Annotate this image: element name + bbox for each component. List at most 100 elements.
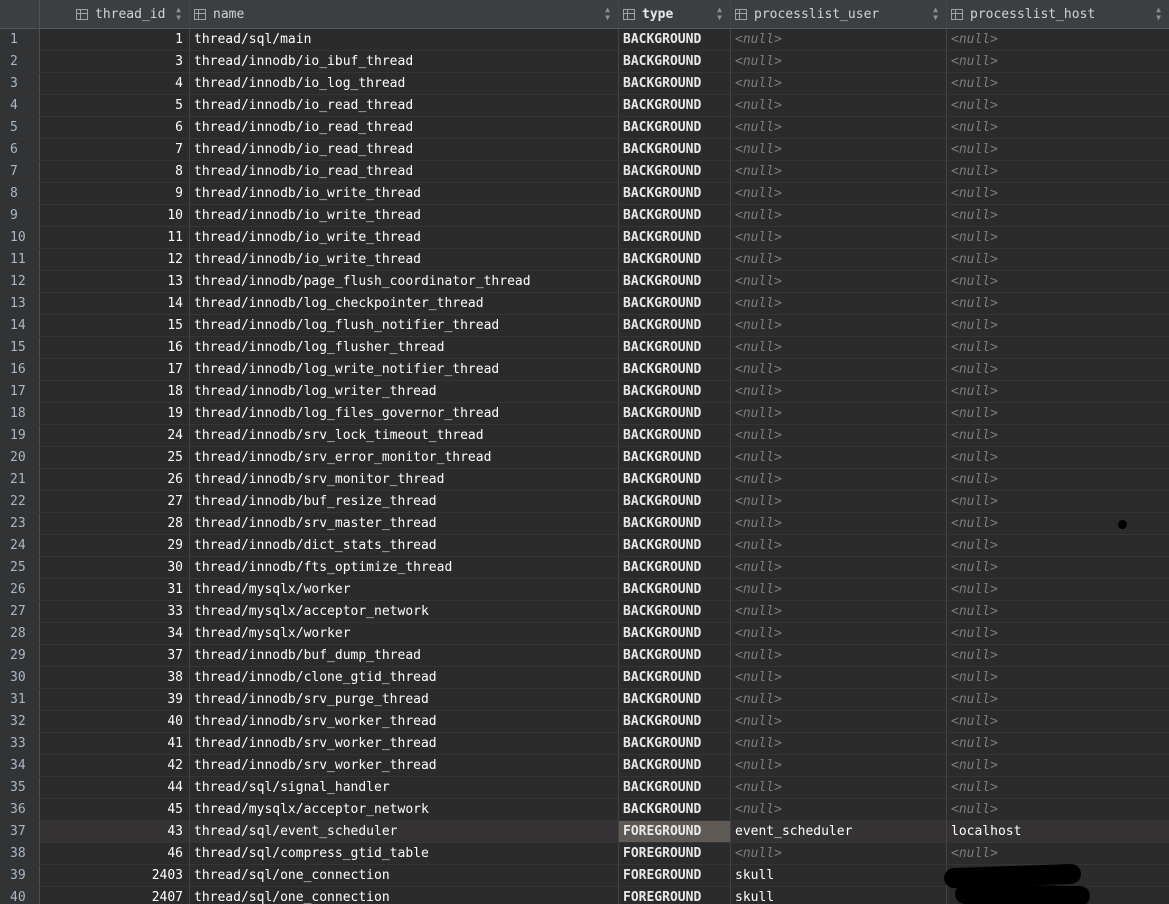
processlist-user-cell[interactable]: <null>	[731, 425, 947, 446]
processlist-user-cell[interactable]: <null>	[731, 777, 947, 798]
processlist-host-cell[interactable]: <null>	[947, 29, 1169, 50]
processlist-user-cell[interactable]: <null>	[731, 447, 947, 468]
type-cell[interactable]: BACKGROUND	[619, 491, 731, 512]
row-number[interactable]: 15	[0, 337, 40, 358]
row-number[interactable]: 18	[0, 403, 40, 424]
thread-id-cell[interactable]: 27	[40, 491, 190, 512]
processlist-host-cell[interactable]: <null>	[947, 557, 1169, 578]
name-cell[interactable]: thread/sql/event_scheduler	[190, 821, 619, 842]
thread-id-column-header[interactable]: thread_id ▲ ▼	[40, 0, 190, 28]
table-row[interactable]: 25 30 thread/innodb/fts_optimize_thread BAC…	[0, 557, 1169, 579]
sort-icon[interactable]: ▲ ▼	[717, 6, 722, 22]
processlist-user-cell[interactable]: <null>	[731, 799, 947, 820]
type-cell[interactable]: BACKGROUND	[619, 579, 731, 600]
thread-id-cell[interactable]: 13	[40, 271, 190, 292]
type-cell[interactable]: BACKGROUND	[619, 667, 731, 688]
row-number[interactable]: 31	[0, 689, 40, 710]
type-cell[interactable]: BACKGROUND	[619, 337, 731, 358]
processlist-user-cell[interactable]: <null>	[731, 161, 947, 182]
processlist-host-cell[interactable]: <null>	[947, 227, 1169, 248]
type-cell[interactable]: FOREGROUND	[619, 887, 731, 904]
processlist-host-cell[interactable]: <null>	[947, 711, 1169, 732]
row-number[interactable]: 26	[0, 579, 40, 600]
thread-id-cell[interactable]: 24	[40, 425, 190, 446]
name-cell[interactable]: thread/sql/compress_gtid_table	[190, 843, 619, 864]
row-number[interactable]: 6	[0, 139, 40, 160]
type-cell[interactable]: FOREGROUND	[619, 821, 731, 842]
thread-id-cell[interactable]: 39	[40, 689, 190, 710]
processlist-host-cell[interactable]: <null>	[947, 139, 1169, 160]
row-number[interactable]: 11	[0, 249, 40, 270]
type-cell[interactable]: BACKGROUND	[619, 315, 731, 336]
name-cell[interactable]: thread/innodb/srv_master_thread	[190, 513, 619, 534]
type-cell[interactable]: BACKGROUND	[619, 755, 731, 776]
processlist-user-cell[interactable]: <null>	[731, 579, 947, 600]
processlist-user-cell[interactable]: <null>	[731, 73, 947, 94]
thread-id-cell[interactable]: 34	[40, 623, 190, 644]
type-cell[interactable]: BACKGROUND	[619, 293, 731, 314]
sort-icon[interactable]: ▲ ▼	[1156, 6, 1161, 22]
processlist-host-cell[interactable]: <null>	[947, 425, 1169, 446]
table-row[interactable]: 31 39 thread/innodb/srv_purge_thread BACKGR…	[0, 689, 1169, 711]
row-number[interactable]: 14	[0, 315, 40, 336]
row-number[interactable]: 35	[0, 777, 40, 798]
name-cell[interactable]: thread/innodb/srv_worker_thread	[190, 711, 619, 732]
type-cell[interactable]: FOREGROUND	[619, 865, 731, 886]
processlist-user-column-header[interactable]: processlist_user ▲ ▼	[731, 0, 947, 28]
type-cell[interactable]: BACKGROUND	[619, 601, 731, 622]
table-row[interactable]: 3 4 thread/innodb/io_log_thread BACKGROUND <…	[0, 73, 1169, 95]
row-number[interactable]: 22	[0, 491, 40, 512]
name-cell[interactable]: thread/innodb/io_read_thread	[190, 139, 619, 160]
type-cell[interactable]: BACKGROUND	[619, 799, 731, 820]
sort-icon[interactable]: ▲ ▼	[933, 6, 938, 22]
row-number[interactable]: 13	[0, 293, 40, 314]
thread-id-cell[interactable]: 17	[40, 359, 190, 380]
processlist-user-cell[interactable]: <null>	[731, 381, 947, 402]
table-row[interactable]: 9 10 thread/innodb/io_write_thread BACKGROU…	[0, 205, 1169, 227]
name-cell[interactable]: thread/innodb/log_write_notifier_thread	[190, 359, 619, 380]
processlist-host-cell[interactable]: <null>	[947, 491, 1169, 512]
thread-id-cell[interactable]: 16	[40, 337, 190, 358]
name-cell[interactable]: thread/innodb/clone_gtid_thread	[190, 667, 619, 688]
name-cell[interactable]: thread/innodb/io_write_thread	[190, 183, 619, 204]
processlist-user-cell[interactable]: <null>	[731, 491, 947, 512]
name-cell[interactable]: thread/sql/signal_handler	[190, 777, 619, 798]
thread-id-cell[interactable]: 14	[40, 293, 190, 314]
thread-id-cell[interactable]: 25	[40, 447, 190, 468]
processlist-host-cell[interactable]: <null>	[947, 645, 1169, 666]
type-cell[interactable]: BACKGROUND	[619, 513, 731, 534]
type-cell[interactable]: BACKGROUND	[619, 249, 731, 270]
thread-id-cell[interactable]: 2407	[40, 887, 190, 904]
processlist-host-cell[interactable]: <null>	[947, 601, 1169, 622]
thread-id-cell[interactable]: 6	[40, 117, 190, 138]
table-row[interactable]: 26 31 thread/mysqlx/worker BACKGROUND <null>…	[0, 579, 1169, 601]
table-row[interactable]: 32 40 thread/innodb/srv_worker_thread BACKG…	[0, 711, 1169, 733]
row-number[interactable]: 29	[0, 645, 40, 666]
thread-id-cell[interactable]: 37	[40, 645, 190, 666]
table-row[interactable]: 17 18 thread/innodb/log_writer_thread BACKG…	[0, 381, 1169, 403]
name-cell[interactable]: thread/innodb/page_flush_coordinator_thr…	[190, 271, 619, 292]
table-row[interactable]: 23 28 thread/innodb/srv_master_thread BACKG…	[0, 513, 1169, 535]
processlist-host-column-header[interactable]: processlist_host ▲ ▼	[947, 0, 1169, 28]
table-row[interactable]: 12 13 thread/innodb/page_flush_coordinator…	[0, 271, 1169, 293]
processlist-host-cell[interactable]: <null>	[947, 381, 1169, 402]
processlist-host-cell[interactable]: <null>	[947, 403, 1169, 424]
name-cell[interactable]: thread/innodb/io_write_thread	[190, 249, 619, 270]
thread-id-cell[interactable]: 15	[40, 315, 190, 336]
thread-id-cell[interactable]: 33	[40, 601, 190, 622]
processlist-user-cell[interactable]: <null>	[731, 227, 947, 248]
processlist-host-cell[interactable]: <null>	[947, 689, 1169, 710]
name-cell[interactable]: thread/innodb/srv_worker_thread	[190, 733, 619, 754]
name-cell[interactable]: thread/innodb/fts_optimize_thread	[190, 557, 619, 578]
processlist-host-cell[interactable]: <null>	[947, 337, 1169, 358]
processlist-user-cell[interactable]: <null>	[731, 667, 947, 688]
type-cell[interactable]: BACKGROUND	[619, 183, 731, 204]
table-row[interactable]: 22 27 thread/innodb/buf_resize_thread BACKG…	[0, 491, 1169, 513]
row-number[interactable]: 7	[0, 161, 40, 182]
name-cell[interactable]: thread/mysqlx/acceptor_network	[190, 601, 619, 622]
table-row[interactable]: 27 33 thread/mysqlx/acceptor_network BACKGR…	[0, 601, 1169, 623]
processlist-user-cell[interactable]: <null>	[731, 139, 947, 160]
type-cell[interactable]: BACKGROUND	[619, 469, 731, 490]
name-cell[interactable]: thread/innodb/buf_resize_thread	[190, 491, 619, 512]
type-cell[interactable]: BACKGROUND	[619, 359, 731, 380]
